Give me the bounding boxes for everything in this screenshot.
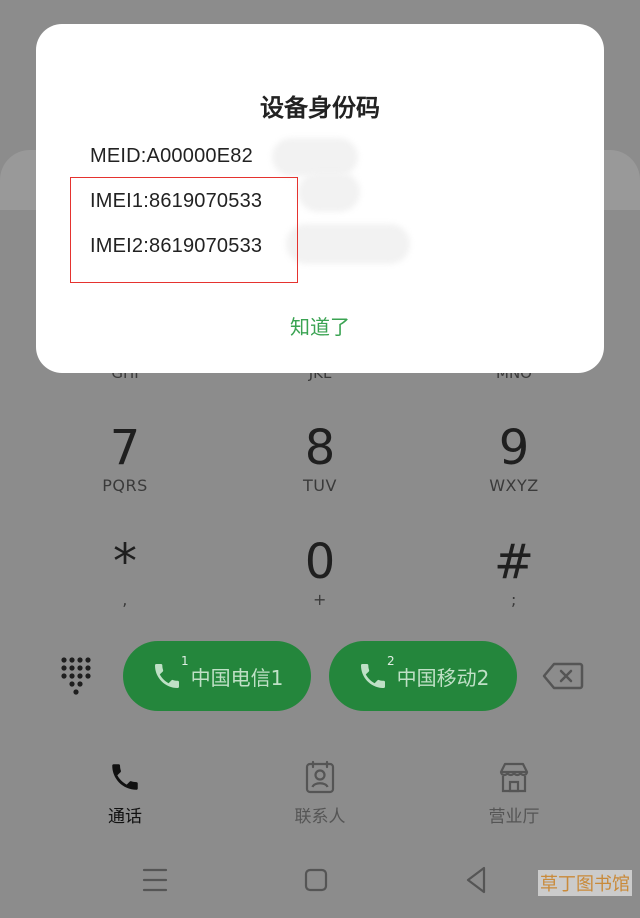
sim-number: 2 [386,654,395,668]
call-sim1-button[interactable]: 1 中国电信1 [123,641,311,711]
redaction-smudge [286,224,410,264]
nav-calls[interactable]: 通话 [60,760,190,827]
call-sim2-button[interactable]: 2 中国移动2 [329,641,517,711]
key-letters: , [122,590,128,609]
got-it-button[interactable]: 知道了 [36,311,604,340]
key-7[interactable]: 7 PQRS [60,422,190,495]
key-letters: + [313,590,327,609]
key-8[interactable]: 8 TUV [255,422,385,495]
menu-icon[interactable] [140,862,170,898]
key-letters: ; [511,590,517,609]
key-9[interactable]: 9 WXYZ [449,422,579,495]
backspace-icon[interactable] [542,662,584,690]
key-digit: # [493,534,535,590]
nav-store[interactable]: 营业厅 [449,760,579,827]
key-hash[interactable]: # ; [449,536,579,609]
store-icon [499,762,529,793]
home-icon[interactable] [302,862,330,898]
key-star[interactable]: * , [60,536,190,609]
keypad-toggle-icon[interactable] [60,656,92,696]
nav-calls-label: 通话 [108,807,142,827]
key-digit: 0 [304,534,336,590]
meid-text: MEID:A00000E82 [90,145,253,167]
back-icon[interactable] [462,862,490,898]
device-id-dialog: 设备身份码 MEID:A00000E82 IMEI1:8619070533 IM… [36,24,604,373]
nav-contacts[interactable]: 联系人 [255,760,385,827]
phone-sim2-icon: 2 [357,654,395,692]
key-digit: 7 [109,420,141,476]
contacts-icon [305,760,335,794]
key-0[interactable]: 0 + [255,536,385,609]
watermark-text: 草丁图书馆 [538,870,632,896]
imei-highlight-box [70,177,298,283]
key-digit: 9 [498,420,530,476]
sim-number: 1 [180,654,189,668]
key-letters: WXYZ [489,476,539,495]
nav-store-label: 营业厅 [488,807,540,827]
key-letters: TUV [303,476,337,495]
dialog-title: 设备身份码 [260,94,380,122]
nav-contacts-label: 联系人 [294,807,346,827]
phone-icon [112,764,138,790]
phone-sim1-icon: 1 [151,654,189,692]
key-letters: PQRS [102,476,148,495]
call-sim2-label: 中国移动2 [396,665,490,690]
key-digit: * [113,534,137,590]
call-sim1-label: 中国电信1 [190,665,284,690]
redaction-smudge [298,172,360,212]
redaction-smudge [272,138,358,176]
key-digit: 8 [304,420,336,476]
